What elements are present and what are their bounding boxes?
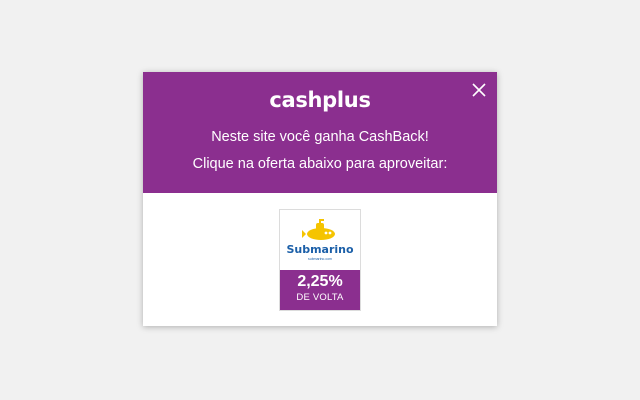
submarino-wordmark: Submarino — [286, 243, 354, 256]
cashback-label: DE VOLTA — [296, 292, 344, 303]
offer-instruction: Clique na oferta abaixo para aproveitar: — [192, 156, 448, 172]
cashback-message: Neste site você ganha CashBack! — [211, 129, 429, 145]
popup-header: cashplus Neste site você ganha CashBack!… — [143, 72, 497, 193]
offer-card-submarino[interactable]: Submarino submarino.com 2,25% DE VOLTA — [279, 209, 361, 311]
close-icon[interactable] — [471, 82, 487, 98]
cashback-badge: 2,25% DE VOLTA — [280, 270, 360, 310]
cashback-popup: cashplus Neste site você ganha CashBack!… — [143, 72, 497, 326]
cashback-percent: 2,25% — [297, 273, 343, 290]
submarine-icon — [302, 219, 335, 240]
submarino-logo: Submarino submarino.com — [286, 219, 354, 261]
submarino-tagline: submarino.com — [308, 257, 332, 261]
cashplus-logo: cashplus — [269, 88, 371, 112]
